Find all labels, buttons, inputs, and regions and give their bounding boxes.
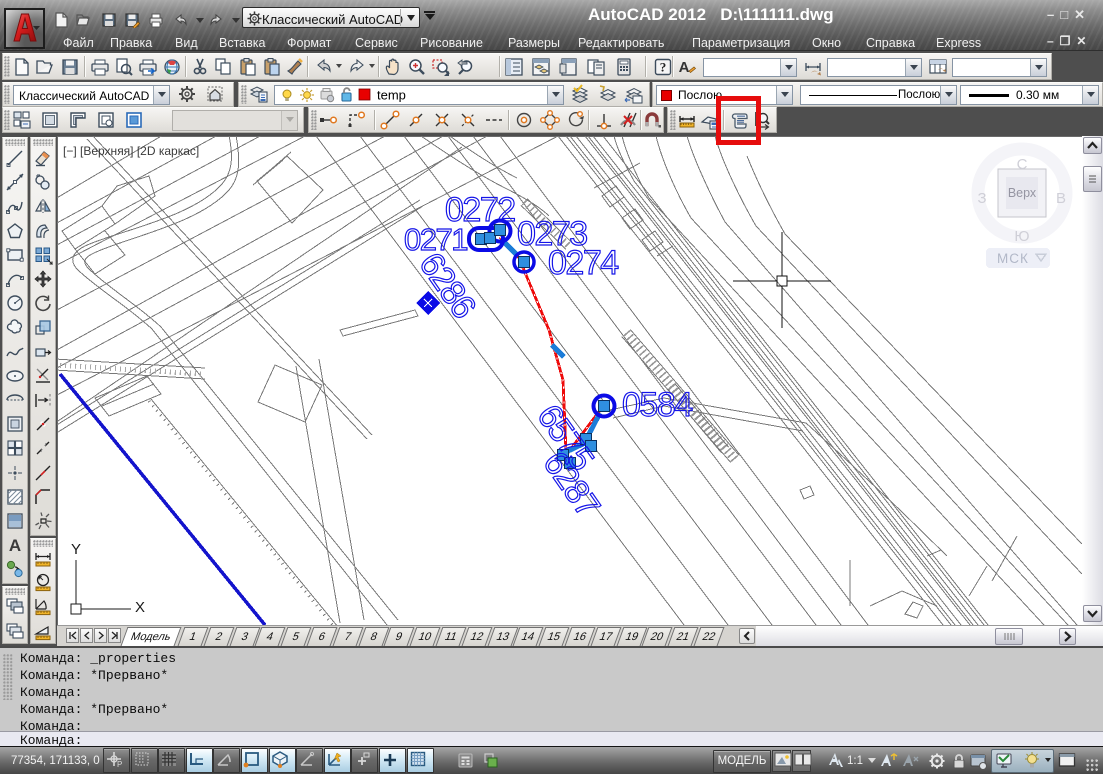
- svg-text:temp: temp: [377, 88, 406, 103]
- svg-text:?: ?: [660, 60, 667, 75]
- svg-text:P: P: [117, 760, 122, 769]
- svg-text:З: З: [977, 190, 986, 207]
- svg-text:0274: 0274: [548, 244, 618, 282]
- svg-text:0584: 0584: [622, 386, 692, 424]
- svg-text:С: С: [1017, 156, 1028, 173]
- svg-text:Ю: Ю: [1014, 228, 1029, 245]
- svg-text:A: A: [9, 536, 21, 555]
- svg-text:Верх: Верх: [1008, 186, 1037, 200]
- svg-text:МСК: МСК: [997, 251, 1029, 266]
- svg-text:Y: Y: [71, 541, 81, 558]
- svg-text:A: A: [679, 59, 690, 76]
- svg-text:X: X: [135, 599, 145, 616]
- svg-text:В: В: [1056, 190, 1066, 207]
